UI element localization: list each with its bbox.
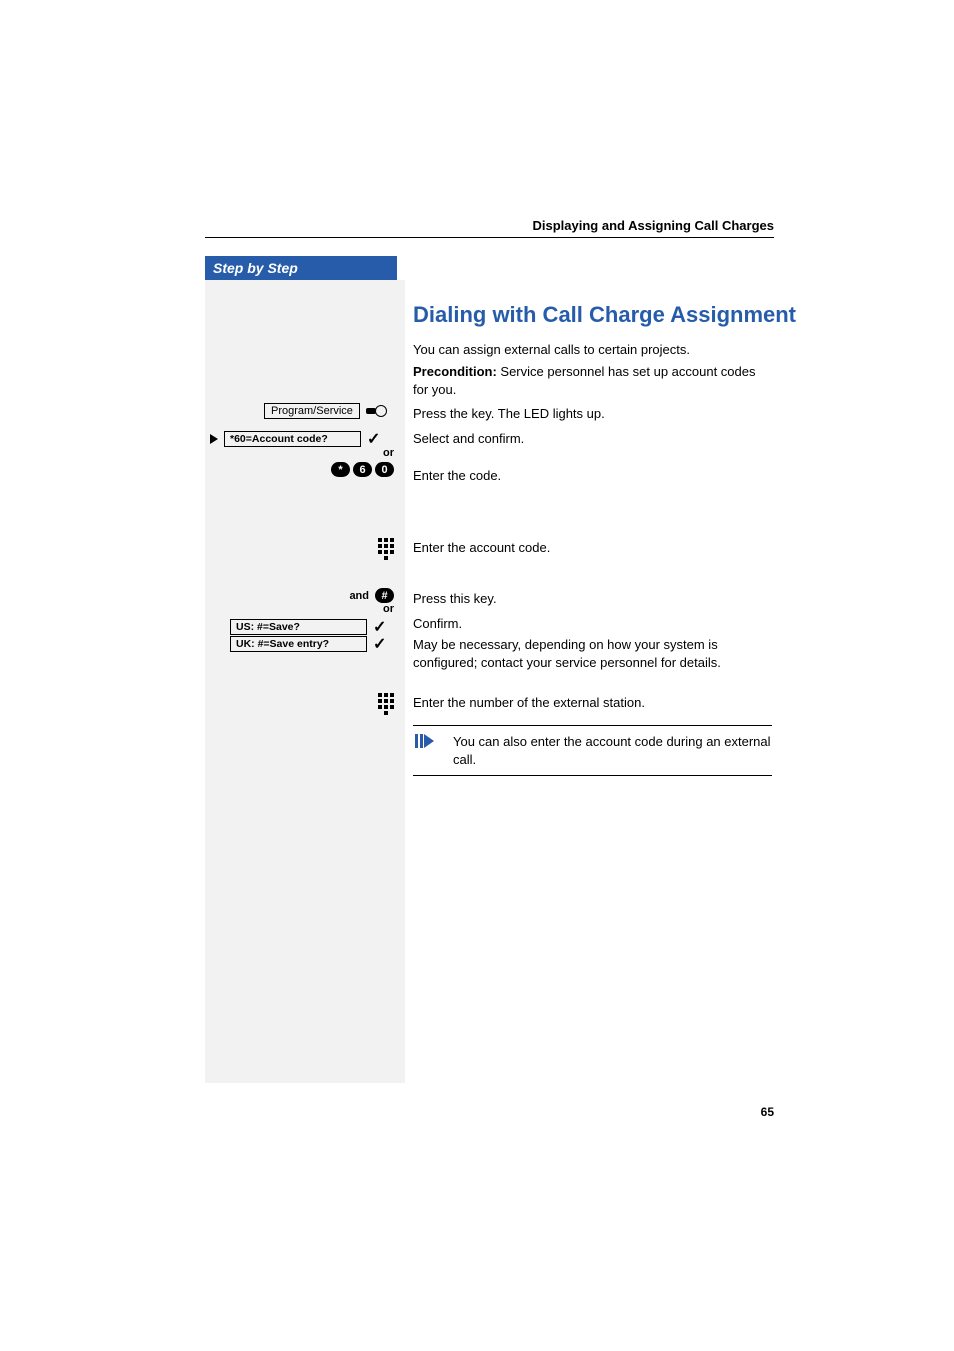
sidebar-title: Step by Step: [205, 256, 397, 280]
key-6: 6: [353, 462, 372, 477]
intro-text: You can assign external calls to certain…: [413, 341, 772, 359]
config-note-text: May be necessary, depending on how your …: [413, 636, 772, 671]
page-number: 65: [761, 1105, 774, 1119]
led-icon: [366, 405, 387, 417]
precondition-label: Precondition:: [413, 364, 497, 379]
checkmark-icon: ✓: [373, 634, 386, 654]
running-header: Displaying and Assigning Call Charges: [532, 218, 774, 233]
keypad-icon-1: [378, 533, 394, 560]
or-label-1: or: [383, 447, 394, 459]
select-confirm-text: Select and confirm.: [413, 430, 772, 448]
account-code-menu-label: *60=Account code?: [224, 431, 361, 447]
note-box: You can also enter the account code duri…: [413, 725, 772, 776]
or-label-2: or: [383, 603, 394, 615]
section-heading: Dialing with Call Charge Assignment: [413, 302, 796, 328]
program-service-key: Program/Service: [264, 403, 387, 419]
program-service-label: Program/Service: [264, 403, 360, 419]
and-label: and: [349, 590, 369, 602]
uk-save-label: UK: #=Save entry?: [230, 636, 367, 652]
key-star: *: [331, 462, 350, 477]
uk-save-row: UK: #=Save entry? ✓: [230, 634, 386, 654]
enter-external-text: Enter the number of the external station…: [413, 694, 772, 712]
keypad-icon-2: [378, 688, 394, 715]
note-icon: [415, 734, 434, 753]
note-text: You can also enter the account code duri…: [453, 734, 771, 767]
account-code-menu-row: *60=Account code? ✓: [210, 429, 380, 449]
press-this-text: Press this key.: [413, 590, 772, 608]
key-hash: #: [375, 588, 394, 603]
manual-page: Displaying and Assigning Call Charges St…: [0, 0, 954, 1351]
us-save-label: US: #=Save?: [230, 619, 367, 635]
header-rule: [205, 237, 774, 238]
checkmark-icon: ✓: [367, 429, 380, 449]
enter-account-text: Enter the account code.: [413, 539, 772, 557]
sidebar-background: [205, 280, 405, 1083]
code-keys-row: * 6 0: [331, 462, 394, 477]
confirm-text: Confirm.: [413, 615, 772, 633]
menu-arrow-icon: [210, 434, 218, 444]
key-0: 0: [375, 462, 394, 477]
precondition-text: Precondition: Service personnel has set …: [413, 363, 772, 398]
press-key-text: Press the key. The LED lights up.: [413, 405, 772, 423]
and-hash-row: and #: [349, 588, 394, 603]
enter-code-text: Enter the code.: [413, 467, 772, 485]
